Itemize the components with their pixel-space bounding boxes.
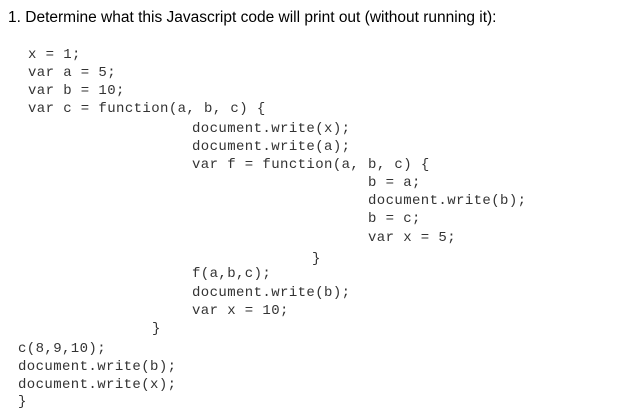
code-line: var f = function(a, b, c) {	[192, 157, 430, 173]
code-line: document.write(x);	[192, 121, 351, 137]
code-line: x = 1;	[28, 47, 81, 63]
document-page: 1. Determine what this Javascript code w…	[0, 0, 628, 412]
code-line: document.write(b);	[192, 285, 351, 301]
code-line: b = c;	[368, 211, 421, 227]
code-line: f(a,b,c);	[192, 266, 272, 282]
code-line: var x = 5;	[368, 230, 457, 246]
code-line: document.write(a);	[192, 139, 351, 155]
code-line: document.write(x);	[18, 377, 177, 393]
code-line: document.write(b);	[368, 193, 527, 209]
code-line: }	[152, 321, 161, 337]
code-line: b = a;	[368, 175, 421, 191]
code-line: c(8,9,10);	[18, 341, 107, 357]
code-block: x = 1; var a = 5; var b = 10; var c = fu…	[0, 0, 628, 412]
code-line: var b = 10;	[28, 83, 125, 99]
code-line: }	[312, 251, 321, 267]
code-line: }	[18, 394, 27, 410]
code-line: document.write(b);	[18, 359, 177, 375]
code-line: var a = 5;	[28, 65, 117, 81]
code-line: var x = 10;	[192, 303, 289, 319]
code-line: var c = function(a, b, c) {	[28, 101, 266, 117]
